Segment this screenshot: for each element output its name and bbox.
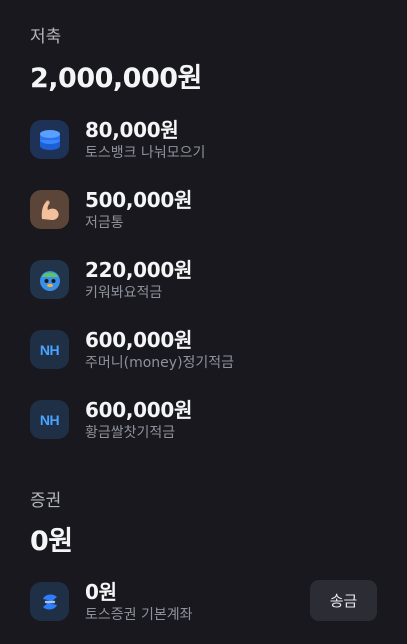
savings-account-row[interactable]: 80,000원 토스뱅크 나눠모으기 (30, 114, 380, 166)
account-amount: 600,000원 (85, 398, 193, 422)
savings-account-row[interactable]: 220,000원 키워봐요적금 (30, 254, 380, 306)
nh-bank-icon: NH (30, 330, 69, 369)
account-amount: 600,000원 (85, 328, 193, 352)
character-icon (30, 260, 69, 299)
savings-account-row[interactable]: 500,000원 저금통 (30, 184, 380, 236)
account-name: 주머니(money)정기적금 (85, 355, 235, 371)
account-name: 황금쌀찻기적금 (85, 425, 176, 441)
nh-logo-text: NH (39, 341, 60, 358)
nh-bank-icon: NH (30, 400, 69, 439)
toss-securities-icon (30, 582, 69, 621)
savings-account-row[interactable]: NH 600,000원 주머니(money)정기적금 (30, 324, 380, 376)
nh-logo-text: NH (39, 411, 60, 428)
account-name: 키워봐요적금 (85, 285, 163, 301)
account-amount: 0원 (85, 580, 117, 604)
send-money-button[interactable]: 송금 (310, 580, 377, 621)
assets-screen: 저축 2,000,000원 80,000원 토스뱅크 나눠모으기 500,000… (0, 0, 407, 644)
securities-total: 0원 (30, 526, 73, 557)
flexed-arm-icon (30, 190, 69, 229)
savings-section-label: 저축 (30, 27, 62, 47)
savings-total: 2,000,000원 (30, 63, 202, 94)
account-name: 저금통 (85, 215, 124, 231)
account-name: 토스증권 기본계좌 (85, 607, 193, 623)
savings-account-row[interactable]: NH 600,000원 황금쌀찻기적금 (30, 394, 380, 446)
account-name: 토스뱅크 나눠모으기 (85, 145, 206, 161)
securities-section-label: 증권 (30, 491, 62, 511)
account-amount: 220,000원 (85, 258, 193, 282)
coin-stack-icon (30, 120, 69, 159)
account-amount: 80,000원 (85, 118, 179, 142)
account-amount: 500,000원 (85, 188, 193, 212)
